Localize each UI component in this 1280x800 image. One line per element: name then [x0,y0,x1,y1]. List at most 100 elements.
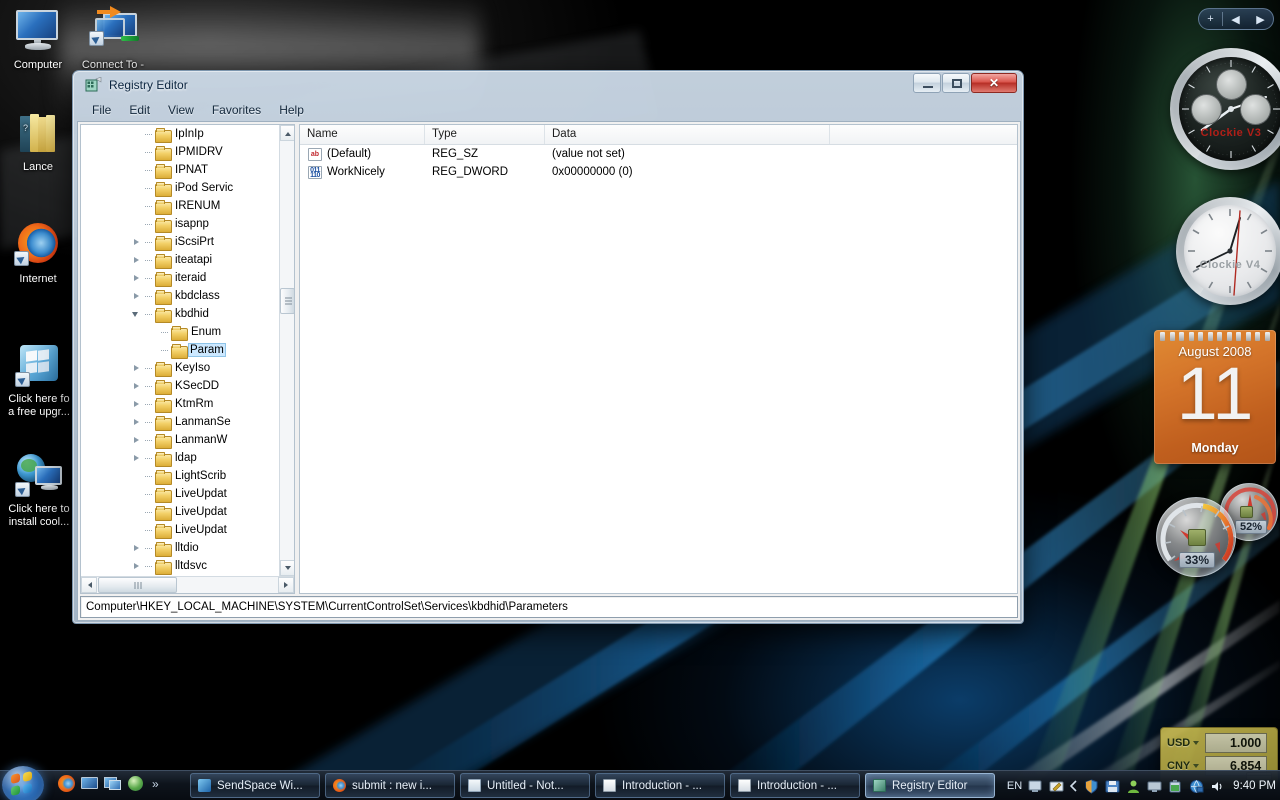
gadget-cpu-meter[interactable]: 52% 33% [1154,483,1280,579]
quicklaunch-overflow-icon[interactable]: » [152,777,159,791]
gadget-clock-v4[interactable]: Clockie V4 [1176,197,1280,305]
expand-arrow-icon[interactable] [129,539,145,557]
minimize-button[interactable] [913,73,941,93]
expand-arrow-icon[interactable] [129,431,145,449]
registry-tree-item[interactable]: LiveUpdat [81,503,279,521]
show-desktop-icon[interactable] [81,775,98,792]
battery-icon[interactable] [1168,779,1183,794]
registry-tree-item[interactable]: kbdhid [81,305,279,323]
values-list[interactable]: ab (Default) REG_SZ (value not set) 011 110 W… [300,145,1017,181]
expand-arrow-icon[interactable] [129,269,145,287]
taskbar-button[interactable]: Registry Editor [865,773,995,798]
registry-tree-item[interactable]: iteraid [81,269,279,287]
registry-tree-item[interactable]: IpInIp [81,125,279,143]
registry-tree-item[interactable]: Enum [81,323,279,341]
sidebar-next-button[interactable]: ▶ [1248,13,1273,26]
desktop-icon-computer[interactable]: Computer [0,8,76,72]
registry-tree-item[interactable]: iPod Servic [81,179,279,197]
system-tray[interactable]: EN 9:40 PM [1007,771,1276,800]
registry-tree-item[interactable]: IPNAT [81,161,279,179]
registry-tree-item[interactable]: LanmanW [81,431,279,449]
menu-item-file[interactable]: File [83,101,120,119]
media-icon[interactable] [127,775,144,792]
monitor-icon[interactable] [1147,779,1162,794]
taskbar-button[interactable]: submit : new i... [325,773,455,798]
speaker-icon[interactable] [1210,779,1225,794]
desktop-icon-connect-to[interactable]: Connect To - [73,6,153,72]
taskbar-button[interactable]: SendSpace Wi... [190,773,320,798]
taskbar-button[interactable]: Introduction - ... [595,773,725,798]
registry-tree-item[interactable]: kbdclass [81,287,279,305]
registry-tree-item[interactable]: iScsiPrt [81,233,279,251]
registry-tree-item[interactable]: iteatapi [81,251,279,269]
registry-tree-item[interactable]: ldap [81,449,279,467]
registry-tree-item[interactable]: LiveUpdat [81,485,279,503]
taskbar-button[interactable]: Untitled - Not... [460,773,590,798]
scroll-down-arrow-icon[interactable] [280,560,294,576]
chevron-left-icon[interactable] [1070,779,1078,794]
sidebar-header[interactable]: + ◀ ▶ [1198,8,1274,30]
expand-arrow-icon[interactable] [129,395,145,413]
registry-tree-item[interactable]: LiveUpdat [81,521,279,539]
desktop-icon-internet[interactable]: Internet [0,222,76,286]
shield-icon[interactable] [1084,778,1099,794]
expand-arrow-icon[interactable] [129,413,145,431]
taskbar[interactable]: » SendSpace Wi... submit : new i... Untitl… [0,766,1280,800]
window-titlebar[interactable]: Registry Editor ✕ [77,71,1019,99]
currency-value[interactable]: 1.000 [1205,733,1268,753]
disk-icon[interactable] [1105,779,1120,794]
registry-value-row[interactable]: 011 110 WorkNicely REG_DWORD 0x00000000 (0) [300,163,1017,181]
language-indicator[interactable]: EN [1007,780,1022,792]
scroll-left-arrow-icon[interactable] [81,577,97,593]
input-panel-icon[interactable] [1028,779,1043,794]
expand-arrow-icon[interactable] [129,287,145,305]
scroll-up-arrow-icon[interactable] [280,125,294,141]
quick-launch-bar[interactable]: » [58,775,159,792]
expand-arrow-icon[interactable] [129,377,145,395]
values-column-header[interactable]: Name Type Data [300,125,1017,145]
scroll-right-arrow-icon[interactable] [278,577,294,593]
taskbar-clock[interactable]: 9:40 PM [1233,780,1276,792]
column-header-data[interactable]: Data [545,125,830,144]
expand-arrow-icon[interactable] [129,251,145,269]
window-controls[interactable]: ✕ [913,73,1017,93]
menu-item-help[interactable]: Help [270,101,313,119]
collapse-arrow-icon[interactable] [129,305,145,323]
tree-hscroll-thumb[interactable] [98,577,177,593]
person-icon[interactable] [1126,779,1141,794]
registry-tree-item[interactable]: lltdsvc [81,557,279,575]
taskbar-button[interactable]: Introduction - ... [730,773,860,798]
gadget-clock-v3[interactable]: Clockie V3 [1170,48,1280,170]
expand-arrow-icon[interactable] [129,233,145,251]
registry-tree-item[interactable]: isapnp [81,215,279,233]
registry-tree-pane[interactable]: IpInIp IPMIDRV IPNAT iPod Servic IRENUM isapn… [80,124,295,594]
sidebar-prev-button[interactable]: ◀ [1223,13,1248,26]
close-button[interactable]: ✕ [971,73,1017,93]
registry-tree-item[interactable]: KtmRm [81,395,279,413]
taskbar-buttons[interactable]: SendSpace Wi... submit : new i... Untitled… [190,773,995,798]
currency-code[interactable]: USD [1167,737,1190,749]
registry-tree-item[interactable]: LanmanSe [81,413,279,431]
currency-row[interactable]: USD 1.000 [1167,733,1273,753]
menu-item-edit[interactable]: Edit [120,101,159,119]
menu-item-view[interactable]: View [159,101,203,119]
firefox-icon[interactable] [58,775,75,792]
registry-tree-item[interactable]: IPMIDRV [81,143,279,161]
registry-values-pane[interactable]: Name Type Data ab (Default) REG_SZ (value n… [299,124,1018,594]
registry-tree-item[interactable]: KeyIso [81,359,279,377]
column-header-type[interactable]: Type [425,125,545,144]
start-button[interactable] [2,766,44,800]
desktop-icon-lance[interactable]: ? Lance [0,110,76,174]
expand-arrow-icon[interactable] [129,449,145,467]
menu-bar[interactable]: File Edit View Favorites Help [77,99,1019,120]
desktop-icon-install-cool[interactable]: Click here to install cool... [0,452,78,528]
maximize-button[interactable] [942,73,970,93]
registry-tree-item[interactable]: Param [81,341,279,359]
registry-tree-item[interactable]: LightScrib [81,467,279,485]
tree-horizontal-scrollbar[interactable] [81,576,294,593]
registry-tree-item[interactable]: KSecDD [81,377,279,395]
network-icon[interactable] [1189,779,1204,794]
expand-arrow-icon[interactable] [129,359,145,377]
pen-tablet-icon[interactable] [1049,779,1064,794]
chevron-down-icon[interactable] [1193,741,1200,745]
